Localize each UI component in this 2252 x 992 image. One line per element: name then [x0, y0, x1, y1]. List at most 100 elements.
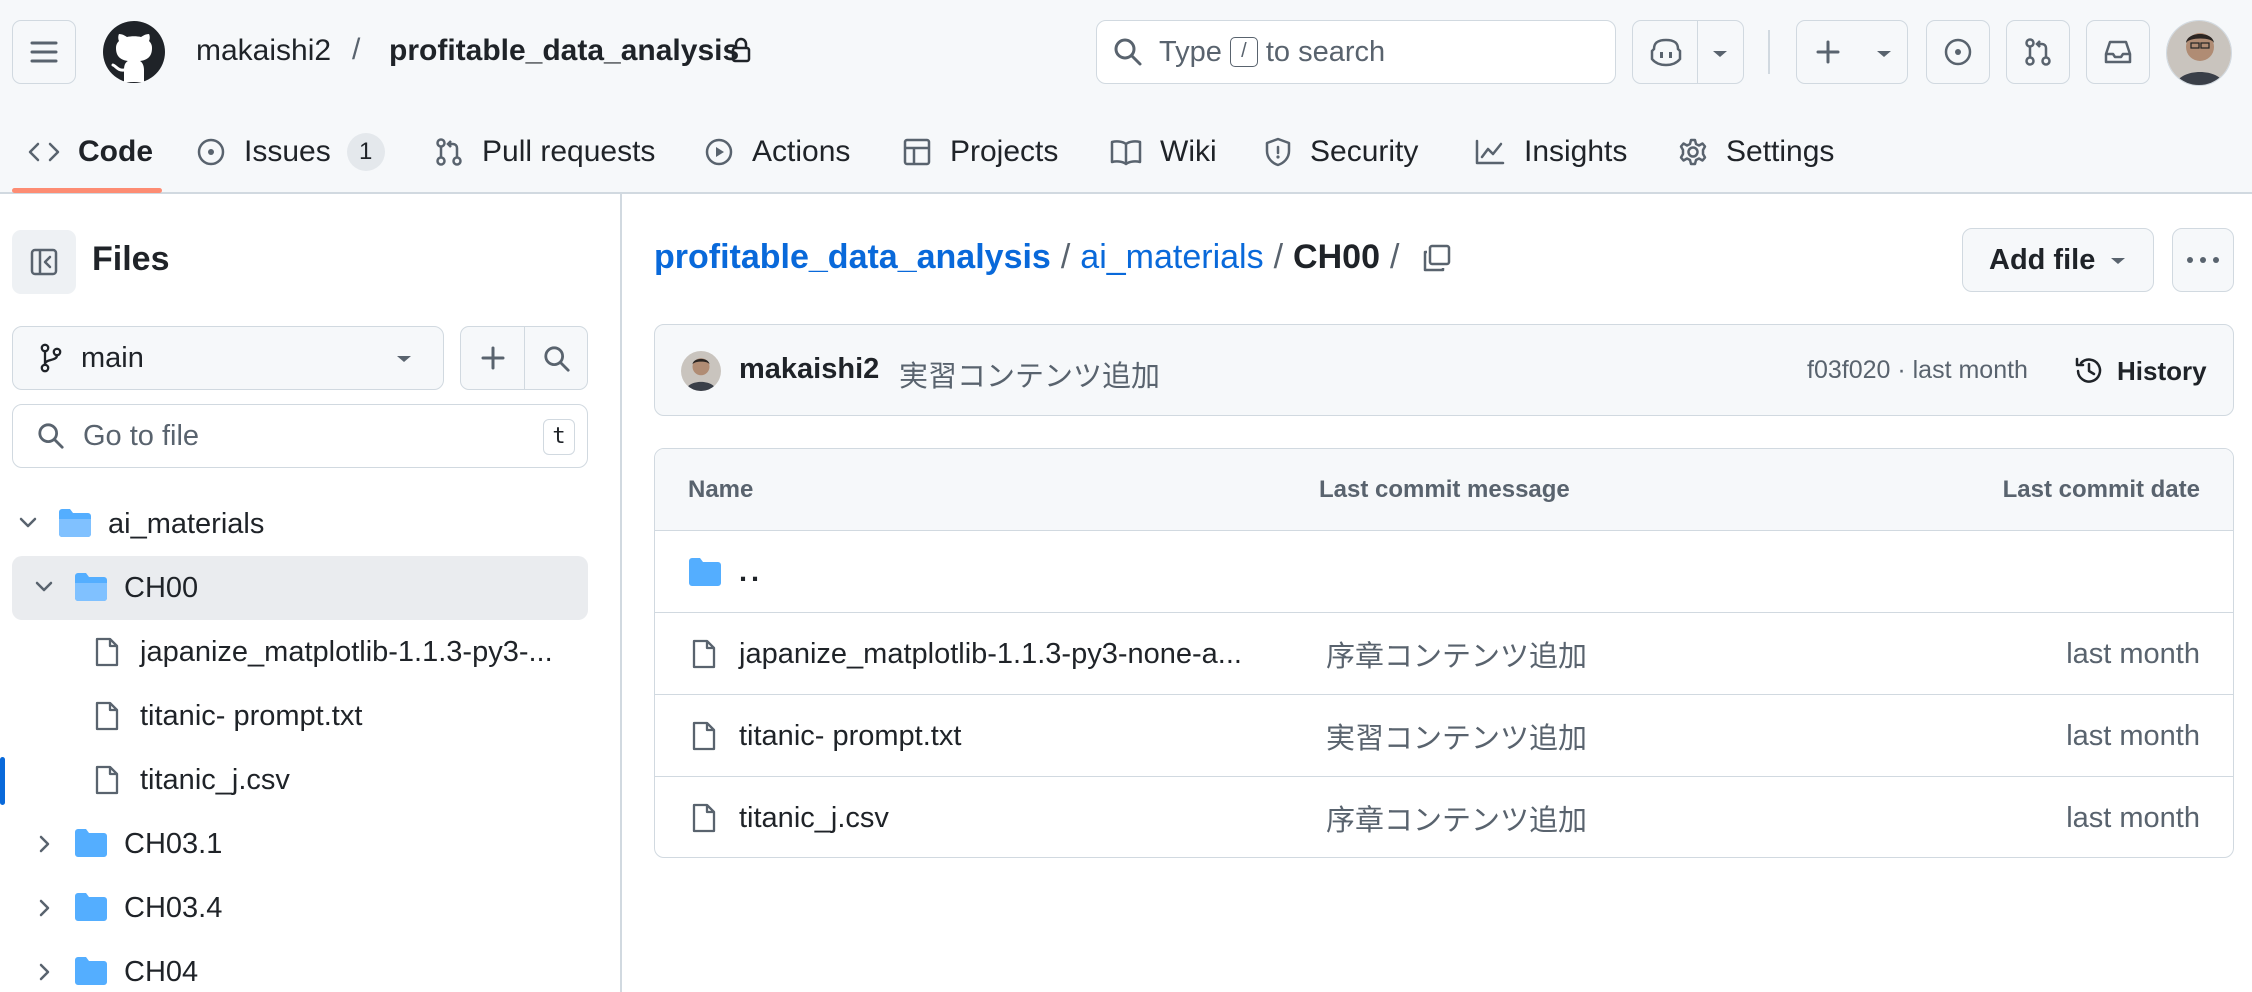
issue-opened-icon — [1943, 37, 1973, 67]
file-icon — [691, 720, 717, 752]
repo-name-link[interactable]: profitable_data_analysis — [389, 34, 739, 68]
code-icon — [28, 140, 60, 164]
directory-files-table: Name Last commit message Last commit dat… — [654, 448, 2234, 858]
repo-owner-link[interactable]: makaishi2 — [196, 34, 331, 68]
tab-security[interactable]: Security — [1264, 124, 1418, 180]
tab-actions[interactable]: Actions — [704, 124, 850, 180]
parent-directory-row[interactable]: .. — [655, 531, 2233, 613]
more-options-button[interactable] — [2172, 228, 2234, 292]
tab-wiki[interactable]: Wiki — [1110, 124, 1217, 180]
history-label: History — [2117, 355, 2207, 386]
add-file-label: Add file — [1989, 243, 2096, 276]
folder-icon — [74, 828, 108, 858]
tab-code[interactable]: Code — [28, 124, 153, 180]
table-icon — [902, 137, 932, 167]
tab-pull-requests[interactable]: Pull requests — [434, 124, 655, 180]
issues-button[interactable] — [1926, 20, 1990, 84]
lock-icon — [730, 36, 752, 64]
chevron-down-icon — [1875, 49, 1893, 59]
chevron-right-icon — [38, 834, 52, 854]
plus-icon — [480, 345, 506, 371]
global-header: makaishi2 / profitable_data_analysis Typ… — [0, 0, 2252, 104]
history-button[interactable]: History — [2073, 349, 2207, 393]
tab-settings[interactable]: Settings — [1678, 124, 1834, 180]
file-icon — [94, 764, 120, 796]
issue-opened-icon — [196, 137, 226, 167]
tab-issues[interactable]: Issues 1 — [196, 124, 385, 180]
breadcrumb-separator: / — [1389, 238, 1400, 276]
parent-directory-link[interactable]: .. — [739, 531, 763, 613]
menu-button[interactable] — [12, 20, 76, 84]
git-pull-request-icon — [2023, 37, 2053, 67]
avatar[interactable] — [2166, 20, 2232, 86]
create-new-button[interactable] — [1796, 20, 1908, 84]
tab-pull-requests-label: Pull requests — [482, 135, 656, 168]
folder-icon — [688, 557, 722, 587]
commit-message-link[interactable]: 実習コンテンツ追加 — [1326, 695, 1587, 777]
table-header: Name Last commit message Last commit dat… — [655, 449, 2233, 531]
tree-item-ai-materials[interactable]: ai_materials — [12, 492, 588, 556]
table-row[interactable]: titanic- prompt.txt 実習コンテンツ追加 last month — [655, 695, 2233, 777]
tab-settings-label: Settings — [1726, 135, 1835, 168]
folder-open-icon — [74, 572, 108, 602]
chevron-down-icon — [395, 354, 413, 364]
branch-selector[interactable]: main — [12, 326, 444, 390]
tree-item-japanize-file[interactable]: japanize_matplotlib-1.1.3-py3-... — [12, 620, 588, 684]
play-icon — [704, 137, 734, 167]
commit-date: last month — [2066, 719, 2200, 752]
avatar[interactable] — [681, 351, 721, 391]
go-to-file-input[interactable]: Go to file t — [12, 404, 588, 468]
commit-sha-time[interactable]: f03f020 · last month — [1807, 356, 2028, 385]
copilot-dropdown-icon[interactable] — [1711, 49, 1729, 59]
copy-path-icon[interactable] — [1421, 242, 1453, 274]
file-icon — [691, 638, 717, 670]
tree-item-titanic-csv[interactable]: titanic_j.csv — [12, 748, 588, 812]
sidebar-collapse-icon — [29, 247, 59, 277]
add-file-sidebar-button[interactable] — [460, 326, 588, 390]
chevron-down-icon — [2109, 256, 2127, 266]
gear-icon — [1678, 137, 1708, 167]
collapse-sidebar-button[interactable] — [12, 230, 76, 294]
file-icon — [691, 802, 717, 834]
file-name-link[interactable]: japanize_matplotlib-1.1.3-py3-none-a... — [739, 613, 1242, 695]
search-placeholder-prefix: Type — [1159, 35, 1222, 68]
github-logo-icon[interactable] — [102, 20, 166, 84]
file-name-link[interactable]: titanic- prompt.txt — [739, 695, 961, 777]
search-icon — [1113, 37, 1143, 67]
commit-message-link[interactable]: 序章コンテンツ追加 — [1326, 777, 1587, 857]
file-name-link[interactable]: titanic_j.csv — [739, 777, 889, 857]
hamburger-icon — [29, 39, 59, 65]
graph-icon — [1474, 138, 1506, 166]
tree-item-label: japanize_matplotlib-1.1.3-py3-... — [140, 635, 553, 668]
commit-message-link[interactable]: 実習コンテンツ追加 — [899, 353, 1160, 395]
add-file-button[interactable]: Add file — [1962, 228, 2154, 292]
go-to-file-placeholder: Go to file — [83, 419, 200, 452]
tree-item-ch00[interactable]: CH00 — [12, 556, 588, 620]
active-tab-indicator — [12, 188, 162, 193]
search-icon[interactable] — [543, 345, 571, 373]
inbox-button[interactable] — [2086, 20, 2150, 84]
chevron-right-icon — [38, 898, 52, 918]
tree-item-ch03-1[interactable]: CH03.1 — [12, 812, 588, 876]
tab-projects[interactable]: Projects — [902, 124, 1058, 180]
tab-actions-label: Actions — [752, 135, 851, 168]
pull-requests-button[interactable] — [2006, 20, 2070, 84]
commit-message-link[interactable]: 序章コンテンツ追加 — [1326, 613, 1587, 695]
tab-insights[interactable]: Insights — [1474, 124, 1627, 180]
breadcrumb-folder-link[interactable]: ai_materials — [1080, 238, 1263, 277]
column-header-message: Last commit message — [1319, 476, 1570, 503]
commit-author-link[interactable]: makaishi2 — [739, 353, 879, 386]
latest-commit-bar: makaishi2 実習コンテンツ追加 f03f020 · last month… — [654, 324, 2234, 416]
table-row[interactable]: titanic_j.csv 序章コンテンツ追加 last month — [655, 777, 2233, 857]
table-row[interactable]: japanize_matplotlib-1.1.3-py3-none-a... … — [655, 613, 2233, 695]
issues-counter: 1 — [346, 133, 385, 171]
tree-item-ch03-4[interactable]: CH03.4 — [12, 876, 588, 940]
tree-item-ch04[interactable]: CH04 — [12, 940, 588, 992]
copilot-button[interactable] — [1632, 20, 1744, 84]
breadcrumb-separator: / — [1273, 238, 1284, 276]
tree-item-titanic-prompt[interactable]: titanic- prompt.txt — [12, 684, 588, 748]
search-input[interactable]: Type / to search — [1096, 20, 1616, 84]
chevron-right-icon — [38, 962, 52, 982]
kebab-horizontal-icon — [2186, 256, 2220, 264]
breadcrumb-root-link[interactable]: profitable_data_analysis — [654, 238, 1051, 277]
